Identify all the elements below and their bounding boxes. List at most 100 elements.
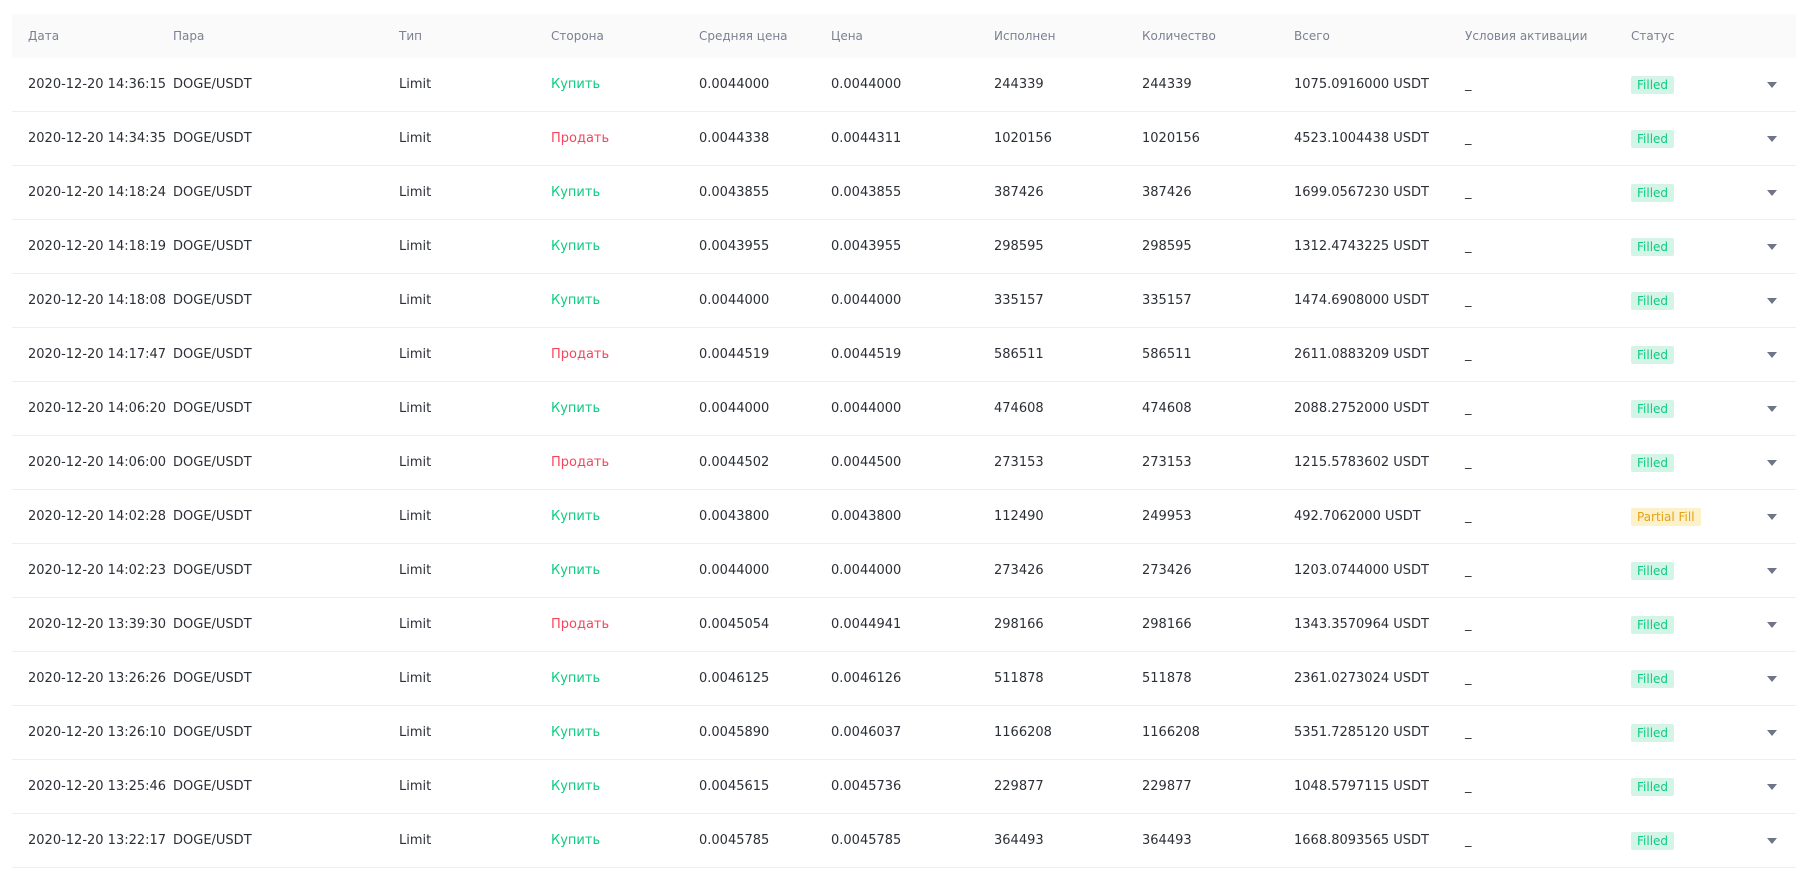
order-type: Limit: [399, 401, 432, 416]
status-badge: Filled: [1631, 615, 1675, 634]
order-price: 0.0046037: [831, 725, 902, 740]
expand-toggle[interactable]: [1747, 567, 1789, 574]
order-avg-price: 0.0045890: [699, 725, 770, 740]
order-status-cell: Filled: [1631, 75, 1747, 94]
table-row[interactable]: 2020-12-20 14:02:28 DOGE/USDT Limit Купи…: [12, 490, 1796, 544]
order-date: 2020-12-20 14:18:08: [28, 293, 167, 308]
order-status-cell: Filled: [1631, 615, 1747, 634]
order-type: Limit: [399, 455, 432, 470]
order-filled: 586511: [994, 347, 1044, 362]
expand-toggle[interactable]: [1747, 459, 1789, 466]
expand-toggle[interactable]: [1747, 783, 1789, 790]
expand-toggle[interactable]: [1747, 621, 1789, 628]
table-row[interactable]: 2020-12-20 13:22:17 DOGE/USDT Limit Купи…: [12, 814, 1796, 868]
order-price: 0.0044000: [831, 401, 902, 416]
table-row[interactable]: 2020-12-20 14:18:24 DOGE/USDT Limit Купи…: [12, 166, 1796, 220]
order-type: Limit: [399, 77, 432, 92]
order-filled: 1020156: [994, 131, 1052, 146]
table-row[interactable]: 2020-12-20 14:06:20 DOGE/USDT Limit Купи…: [12, 382, 1796, 436]
order-total: 1474.6908000 USDT: [1294, 293, 1429, 308]
order-filled: 335157: [994, 293, 1044, 308]
expand-toggle[interactable]: [1747, 243, 1789, 250]
status-badge: Filled: [1631, 345, 1675, 364]
order-total: 1215.5783602 USDT: [1294, 455, 1429, 470]
expand-toggle[interactable]: [1747, 837, 1789, 844]
expand-toggle[interactable]: [1747, 675, 1789, 682]
chevron-down-icon[interactable]: [1767, 675, 1777, 682]
order-total: 1343.3570964 USDT: [1294, 617, 1429, 632]
status-badge: Filled: [1631, 561, 1675, 580]
order-pair: DOGE/USDT: [173, 131, 252, 146]
table-row[interactable]: 2020-12-20 14:36:15 DOGE/USDT Limit Купи…: [12, 58, 1796, 112]
chevron-down-icon[interactable]: [1767, 459, 1777, 466]
chevron-down-icon[interactable]: [1767, 189, 1777, 196]
order-total: 1075.0916000 USDT: [1294, 77, 1429, 92]
table-row[interactable]: 2020-12-20 13:25:46 DOGE/USDT Limit Купи…: [12, 760, 1796, 814]
chevron-down-icon[interactable]: [1767, 243, 1777, 250]
order-total: 1203.0744000 USDT: [1294, 563, 1429, 578]
chevron-down-icon[interactable]: [1767, 513, 1777, 520]
chevron-down-icon[interactable]: [1767, 351, 1777, 358]
order-price: 0.0044500: [831, 455, 902, 470]
order-total: 1668.8093565 USDT: [1294, 833, 1429, 848]
expand-toggle[interactable]: [1747, 513, 1789, 520]
order-conditions: _: [1465, 725, 1472, 740]
order-price: 0.0043955: [831, 239, 902, 254]
order-pair: DOGE/USDT: [173, 293, 252, 308]
table-row[interactable]: 2020-12-20 13:26:26 DOGE/USDT Limit Купи…: [12, 652, 1796, 706]
order-pair: DOGE/USDT: [173, 347, 252, 362]
chevron-down-icon[interactable]: [1767, 567, 1777, 574]
table-row[interactable]: 2020-12-20 14:02:23 DOGE/USDT Limit Купи…: [12, 544, 1796, 598]
order-status-cell: Filled: [1631, 831, 1747, 850]
chevron-down-icon[interactable]: [1767, 297, 1777, 304]
order-conditions: _: [1465, 563, 1472, 578]
order-pair: DOGE/USDT: [173, 779, 252, 794]
order-history-page: Дата Пара Тип Сторона Средняя цена Цена …: [0, 0, 1808, 888]
order-filled: 298595: [994, 239, 1044, 254]
table-row[interactable]: 2020-12-20 13:39:30 DOGE/USDT Limit Прод…: [12, 598, 1796, 652]
expand-toggle[interactable]: [1747, 729, 1789, 736]
expand-toggle[interactable]: [1747, 351, 1789, 358]
expand-toggle[interactable]: [1747, 297, 1789, 304]
order-price: 0.0044000: [831, 293, 902, 308]
order-avg-price: 0.0044502: [699, 455, 770, 470]
order-side: Купить: [551, 833, 601, 848]
order-date: 2020-12-20 14:02:23: [28, 563, 167, 578]
order-type: Limit: [399, 239, 432, 254]
header-total: Всего: [1294, 29, 1330, 43]
table-row[interactable]: 2020-12-20 14:18:08 DOGE/USDT Limit Купи…: [12, 274, 1796, 328]
order-quantity: 474608: [1142, 401, 1192, 416]
order-conditions: _: [1465, 347, 1472, 362]
order-status-cell: Filled: [1631, 561, 1747, 580]
order-quantity: 249953: [1142, 509, 1192, 524]
order-price: 0.0044000: [831, 77, 902, 92]
status-badge: Filled: [1631, 723, 1675, 742]
order-total: 1312.4743225 USDT: [1294, 239, 1429, 254]
order-price: 0.0044941: [831, 617, 902, 632]
table-row[interactable]: 2020-12-20 13:26:10 DOGE/USDT Limit Купи…: [12, 706, 1796, 760]
chevron-down-icon[interactable]: [1767, 135, 1777, 142]
table-row[interactable]: 2020-12-20 14:34:35 DOGE/USDT Limit Прод…: [12, 112, 1796, 166]
order-pair: DOGE/USDT: [173, 725, 252, 740]
chevron-down-icon[interactable]: [1767, 729, 1777, 736]
chevron-down-icon[interactable]: [1767, 837, 1777, 844]
expand-toggle[interactable]: [1747, 81, 1789, 88]
order-pair: DOGE/USDT: [173, 671, 252, 686]
status-badge: Filled: [1631, 831, 1675, 850]
chevron-down-icon[interactable]: [1767, 405, 1777, 412]
header-type: Тип: [399, 29, 422, 43]
table-row[interactable]: 2020-12-20 14:06:00 DOGE/USDT Limit Прод…: [12, 436, 1796, 490]
expand-toggle[interactable]: [1747, 405, 1789, 412]
order-type: Limit: [399, 131, 432, 146]
chevron-down-icon[interactable]: [1767, 621, 1777, 628]
order-side: Купить: [551, 725, 601, 740]
order-total: 2088.2752000 USDT: [1294, 401, 1429, 416]
chevron-down-icon[interactable]: [1767, 81, 1777, 88]
order-history-table: Дата Пара Тип Сторона Средняя цена Цена …: [12, 14, 1796, 868]
table-row[interactable]: 2020-12-20 14:17:47 DOGE/USDT Limit Прод…: [12, 328, 1796, 382]
expand-toggle[interactable]: [1747, 135, 1789, 142]
expand-toggle[interactable]: [1747, 189, 1789, 196]
table-row[interactable]: 2020-12-20 14:18:19 DOGE/USDT Limit Купи…: [12, 220, 1796, 274]
chevron-down-icon[interactable]: [1767, 783, 1777, 790]
order-filled: 298166: [994, 617, 1044, 632]
